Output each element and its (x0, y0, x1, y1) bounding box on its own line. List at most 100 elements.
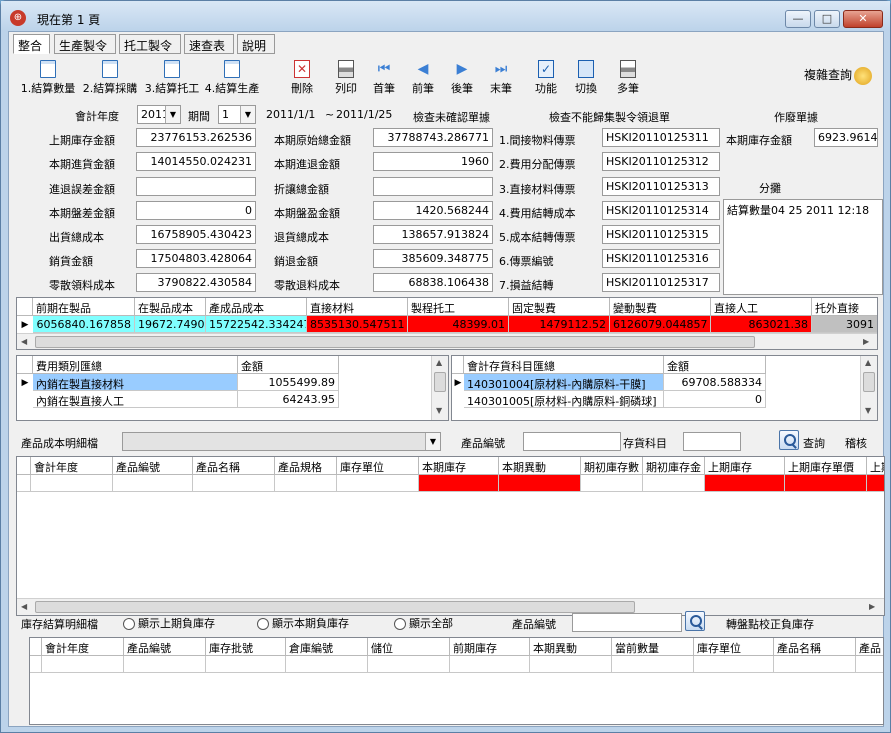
grid-cell[interactable] (206, 656, 286, 673)
grid-cell[interactable] (113, 475, 193, 492)
grid-cell[interactable]: 1055499.89 (238, 374, 339, 391)
tab-quick-lookup[interactable]: 速查表 (184, 34, 234, 54)
grid-cell[interactable]: 15722542.334247 (206, 316, 307, 333)
current-stock-field[interactable]: 6923.961429 (814, 128, 878, 147)
grid-cell[interactable] (612, 656, 694, 673)
column-header[interactable]: 產品編號 (124, 638, 206, 656)
col1-field[interactable]: 17504803.428064 (136, 249, 256, 268)
delete-button[interactable]: ✕ 刪除 (287, 60, 317, 96)
first-record-button[interactable]: ⏮ 首筆 (369, 60, 399, 96)
voucher-field[interactable]: HSKI20110125314 (602, 201, 720, 220)
grid-cell[interactable]: 內銷在製直接人工 (33, 391, 238, 408)
col2-field[interactable]: 138657.913824 (373, 225, 493, 244)
grid-cell[interactable] (581, 475, 643, 492)
column-header[interactable]: 金額 (238, 356, 339, 374)
horizontal-scrollbar[interactable]: ◀ ▶ (17, 333, 877, 349)
column-header[interactable]: 費用類別匯總 (33, 356, 238, 374)
grid-cell[interactable]: 內銷在製直接材料 (33, 374, 238, 391)
column-header[interactable]: 固定製費 (509, 298, 610, 316)
column-header[interactable]: 庫存單位 (337, 457, 419, 475)
product-no-input[interactable] (523, 432, 621, 451)
close-button[interactable]: ✕ (843, 10, 883, 28)
grid-cell[interactable] (643, 475, 705, 492)
row-selector[interactable] (30, 656, 42, 673)
column-header[interactable]: 會計存貨科目匯總 (464, 356, 664, 374)
query-button[interactable]: 查詢 (803, 435, 825, 451)
scroll-left-icon[interactable]: ◀ (21, 602, 27, 611)
show-all-radio[interactable]: 顯示全部 (394, 615, 453, 631)
col2-field[interactable]: 37788743.286771 (373, 128, 493, 147)
check-unconfirmed-link[interactable]: 檢查未確認單據 (413, 109, 490, 125)
grid-cell[interactable]: 140301004[原材料-內購原料-干膜] (464, 374, 664, 391)
audit-button[interactable]: 稽核 (845, 435, 867, 451)
scroll-left-icon[interactable]: ◀ (21, 337, 27, 346)
voucher-field[interactable]: HSKI20110125315 (602, 225, 720, 244)
col2-field[interactable] (373, 177, 493, 196)
grid-cell[interactable] (419, 475, 499, 492)
prev-record-button[interactable]: ◀ 前筆 (408, 60, 438, 96)
column-header[interactable]: 產品名稱 (774, 638, 856, 656)
column-header[interactable]: 本期異動 (530, 638, 612, 656)
column-header[interactable]: 產品規格 (275, 457, 337, 475)
void-docs-link[interactable]: 作廢單據 (774, 109, 818, 125)
scroll-thumb[interactable] (863, 372, 875, 392)
grid-cell[interactable]: 6126079.044857 (610, 316, 711, 333)
grid-cell[interactable]: 48399.01 (408, 316, 509, 333)
column-header[interactable]: 托外直接 (812, 298, 877, 316)
search-icon[interactable] (779, 430, 799, 450)
show-current-negative-radio[interactable]: 顯示本期負庫存 (257, 615, 349, 631)
grid-cell[interactable] (31, 475, 113, 492)
last-record-button[interactable]: ⏭ 末筆 (486, 60, 516, 96)
convert-negative-stock-button[interactable]: 轉盤點校正負庫存 (726, 616, 814, 632)
column-header[interactable]: 本期異動 (499, 457, 581, 475)
scroll-up-icon[interactable]: ▲ (436, 358, 442, 367)
voucher-field[interactable]: HSKI20110125312 (602, 152, 720, 171)
col1-field[interactable]: 3790822.430584 (136, 273, 256, 292)
settle-qty-button[interactable]: 1.結算數量 (17, 60, 79, 96)
grid-cell[interactable] (785, 475, 867, 492)
voucher-field[interactable]: HSKI20110125316 (602, 249, 720, 268)
column-header[interactable]: 產品編號 (113, 457, 193, 475)
column-header[interactable]: 倉庫編號 (286, 638, 368, 656)
fiscal-year-select[interactable]: 2011 ▼ (137, 105, 181, 124)
grid-cell[interactable] (867, 475, 884, 492)
col1-field[interactable]: 14014550.024231 (136, 152, 256, 171)
voucher-field[interactable]: HSKI20110125317 (602, 273, 720, 292)
column-header[interactable]: 庫存單位 (694, 638, 774, 656)
voucher-field[interactable]: HSKI20110125311 (602, 128, 720, 147)
column-header[interactable]: 期初庫存數 (581, 457, 643, 475)
grid-cell[interactable] (368, 656, 450, 673)
column-header[interactable]: 金額 (664, 356, 766, 374)
period-select[interactable]: 1 ▼ (218, 105, 256, 124)
grid-cell[interactable] (705, 475, 785, 492)
grid-cell[interactable] (774, 656, 856, 673)
grid-cell[interactable] (694, 656, 774, 673)
column-header[interactable]: 直接人工 (711, 298, 812, 316)
scroll-thumb[interactable] (434, 372, 446, 392)
stock-account-input[interactable] (683, 432, 741, 451)
horizontal-scrollbar[interactable]: ◀ ▶ (17, 598, 884, 615)
grid-cell[interactable]: 0 (664, 391, 766, 408)
title-bar[interactable]: ⊕ 現在第 1 頁 — □ ✕ (1, 1, 890, 31)
voucher-field[interactable]: HSKI20110125313 (602, 177, 720, 196)
scroll-right-icon[interactable]: ▶ (863, 337, 869, 346)
col1-field[interactable]: 23776153.262536 (136, 128, 256, 147)
settle-outsource-button[interactable]: 3.結算托工 (141, 60, 203, 96)
column-header[interactable]: 上期 (867, 457, 884, 475)
grid-cell[interactable] (337, 475, 419, 492)
scroll-thumb[interactable] (35, 601, 635, 613)
grid-cell[interactable] (286, 656, 368, 673)
column-header[interactable]: 製程托工 (408, 298, 509, 316)
column-header[interactable]: 在製品成本 (135, 298, 206, 316)
check-unassigned-link[interactable]: 檢查不能歸集製令領退單 (549, 109, 670, 125)
col1-field[interactable]: 0 (136, 201, 256, 220)
grid-cell[interactable] (499, 475, 581, 492)
column-header[interactable]: 前期在製品 (33, 298, 135, 316)
col2-field[interactable]: 68838.106438 (373, 273, 493, 292)
scroll-right-icon[interactable]: ▶ (869, 602, 875, 611)
col2-field[interactable]: 1420.568244 (373, 201, 493, 220)
grid-cell[interactable]: 19672.749032 (135, 316, 206, 333)
grid-cell[interactable]: 3091 (812, 316, 877, 333)
column-header[interactable]: 儲位 (368, 638, 450, 656)
vertical-scrollbar[interactable]: ▲ ▼ (860, 356, 877, 420)
